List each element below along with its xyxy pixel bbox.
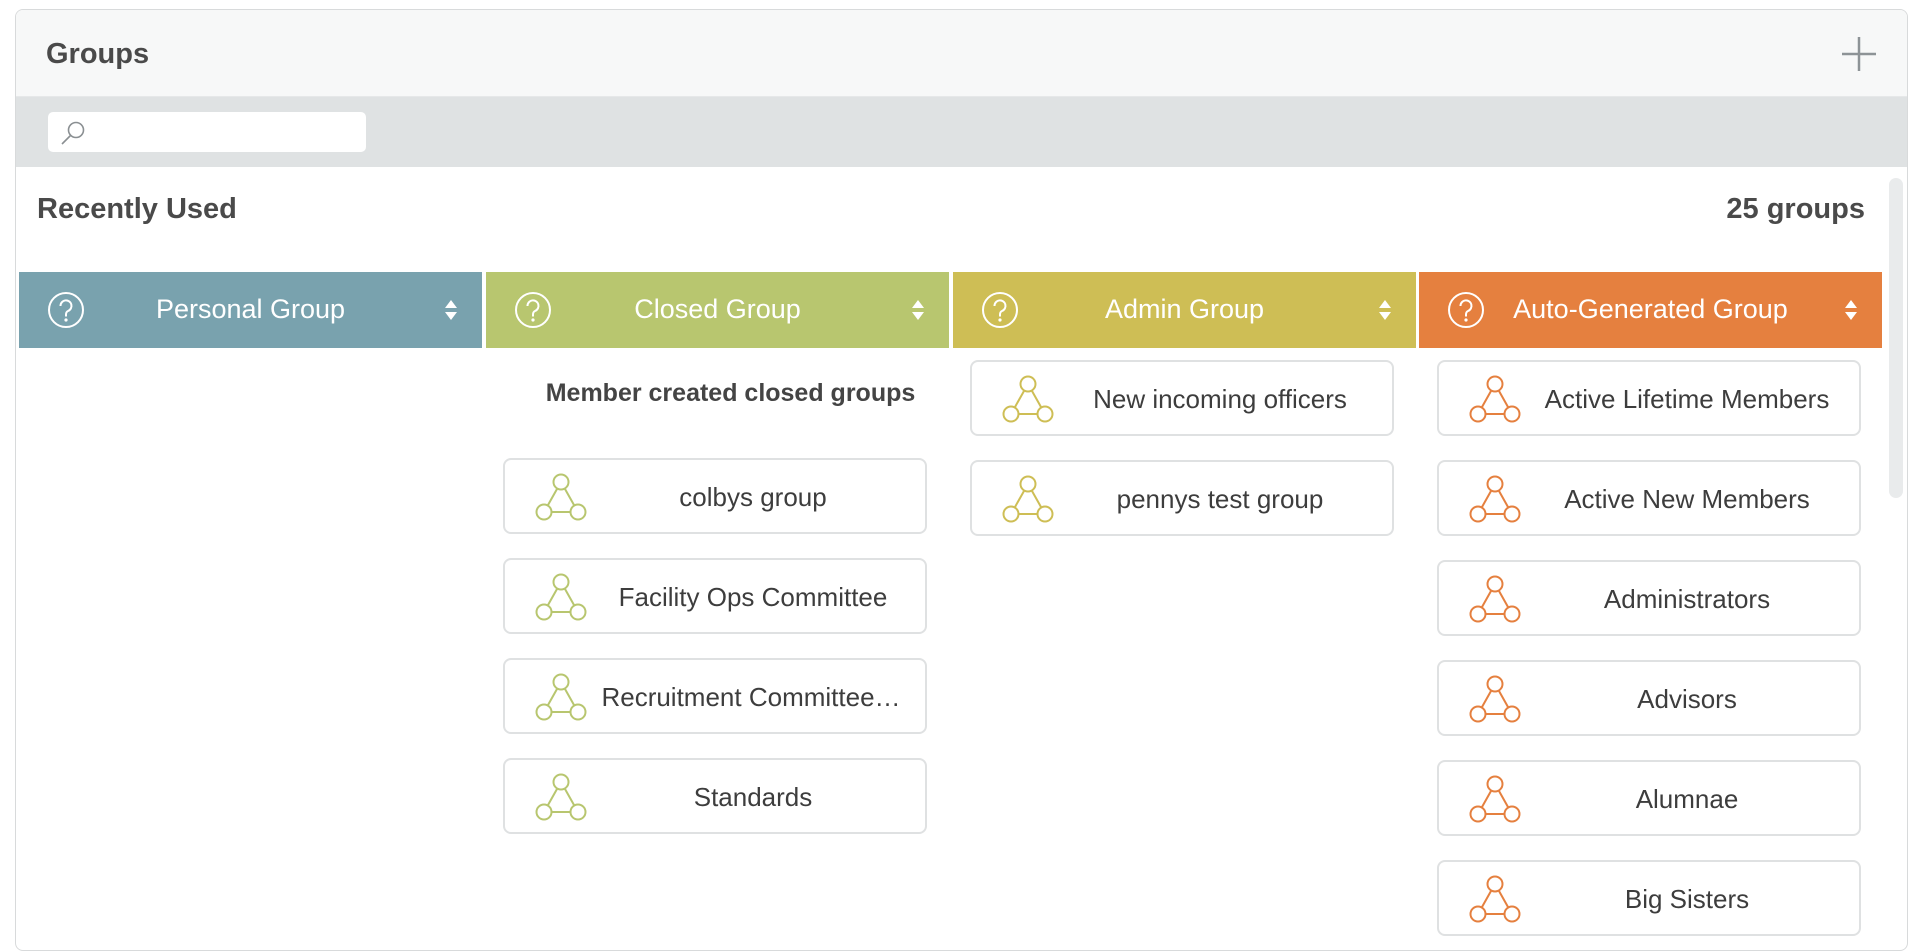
group-name: Facility Ops Committee bbox=[618, 582, 888, 612]
group-name: New incoming officers bbox=[1093, 384, 1347, 414]
group-network-icon bbox=[535, 673, 587, 721]
plus-icon bbox=[1842, 37, 1876, 71]
group-name: Standards bbox=[693, 782, 813, 812]
group-name: Big Sisters bbox=[1624, 884, 1750, 914]
column-header-personal-group[interactable]: Personal Group bbox=[19, 272, 482, 348]
group-name: Active New Members bbox=[1564, 484, 1810, 514]
column-label: Auto-Generated Group bbox=[1513, 294, 1788, 324]
column-header-closed-group[interactable]: Closed Group bbox=[486, 272, 949, 348]
group-count: 25 groups bbox=[1726, 193, 1865, 225]
group-name: Advisors bbox=[1637, 684, 1737, 714]
search-icon bbox=[61, 121, 85, 145]
column-header-auto-generated-group[interactable]: Auto-Generated Group bbox=[1419, 272, 1882, 348]
group-card-big-sisters[interactable]: Big Sisters bbox=[1437, 860, 1861, 936]
column-header-admin-group[interactable]: Admin Group bbox=[953, 272, 1416, 348]
sort-icon[interactable] bbox=[1844, 299, 1858, 321]
scrollbar[interactable] bbox=[1889, 178, 1903, 498]
search-bar bbox=[16, 97, 1907, 167]
group-card-standards[interactable]: Standards bbox=[503, 758, 927, 834]
add-group-button[interactable] bbox=[1839, 34, 1879, 74]
group-name: Alumnae bbox=[1635, 784, 1739, 814]
group-network-icon bbox=[1469, 775, 1521, 823]
group-name: Administrators bbox=[1603, 584, 1771, 614]
group-card-facility-ops-committee[interactable]: Facility Ops Committee bbox=[503, 558, 927, 634]
panel-header: Groups bbox=[16, 10, 1907, 97]
group-card-new-incoming-officers[interactable]: New incoming officers bbox=[970, 360, 1394, 436]
section-title: Recently Used bbox=[37, 193, 237, 225]
group-card-alumnae[interactable]: Alumnae bbox=[1437, 760, 1861, 836]
groups-panel: Groups Recently Used 25 groups Personal … bbox=[15, 9, 1908, 951]
column-label: Closed Group bbox=[634, 294, 801, 324]
group-network-icon bbox=[1002, 375, 1054, 423]
group-card-administrators[interactable]: Administrators bbox=[1437, 560, 1861, 636]
sort-icon[interactable] bbox=[444, 299, 458, 321]
group-card-advisors[interactable]: Advisors bbox=[1437, 660, 1861, 736]
group-network-icon bbox=[1469, 875, 1521, 923]
group-card-active-new-members[interactable]: Active New Members bbox=[1437, 460, 1861, 536]
search-box bbox=[48, 112, 366, 152]
group-network-icon bbox=[535, 773, 587, 821]
column-label: Admin Group bbox=[1104, 294, 1265, 324]
group-card-pennys-test-group[interactable]: pennys test group bbox=[970, 460, 1394, 536]
group-card-recruitment-committee[interactable]: Recruitment Committee… bbox=[503, 658, 927, 734]
group-network-icon bbox=[535, 573, 587, 621]
sort-icon[interactable] bbox=[1378, 299, 1392, 321]
group-name: pennys test group bbox=[1116, 484, 1324, 514]
group-network-icon bbox=[1002, 475, 1054, 523]
page-title: Groups bbox=[46, 38, 150, 70]
group-network-icon bbox=[1469, 475, 1521, 523]
group-network-icon bbox=[1469, 375, 1521, 423]
group-card-active-lifetime-members[interactable]: Active Lifetime Members bbox=[1437, 360, 1861, 436]
group-network-icon bbox=[1469, 675, 1521, 723]
sort-icon[interactable] bbox=[911, 299, 925, 321]
search-input[interactable] bbox=[94, 118, 358, 148]
group-name: Recruitment Committee… bbox=[601, 682, 901, 712]
closed-group-subheading: Member created closed groups bbox=[545, 379, 916, 407]
group-name: colbys group bbox=[679, 482, 827, 512]
group-card-colbys-group[interactable]: colbys group bbox=[503, 458, 927, 534]
group-network-icon bbox=[1469, 575, 1521, 623]
group-network-icon bbox=[535, 473, 587, 521]
column-label: Personal Group bbox=[155, 294, 346, 324]
group-name: Active Lifetime Members bbox=[1544, 384, 1830, 414]
